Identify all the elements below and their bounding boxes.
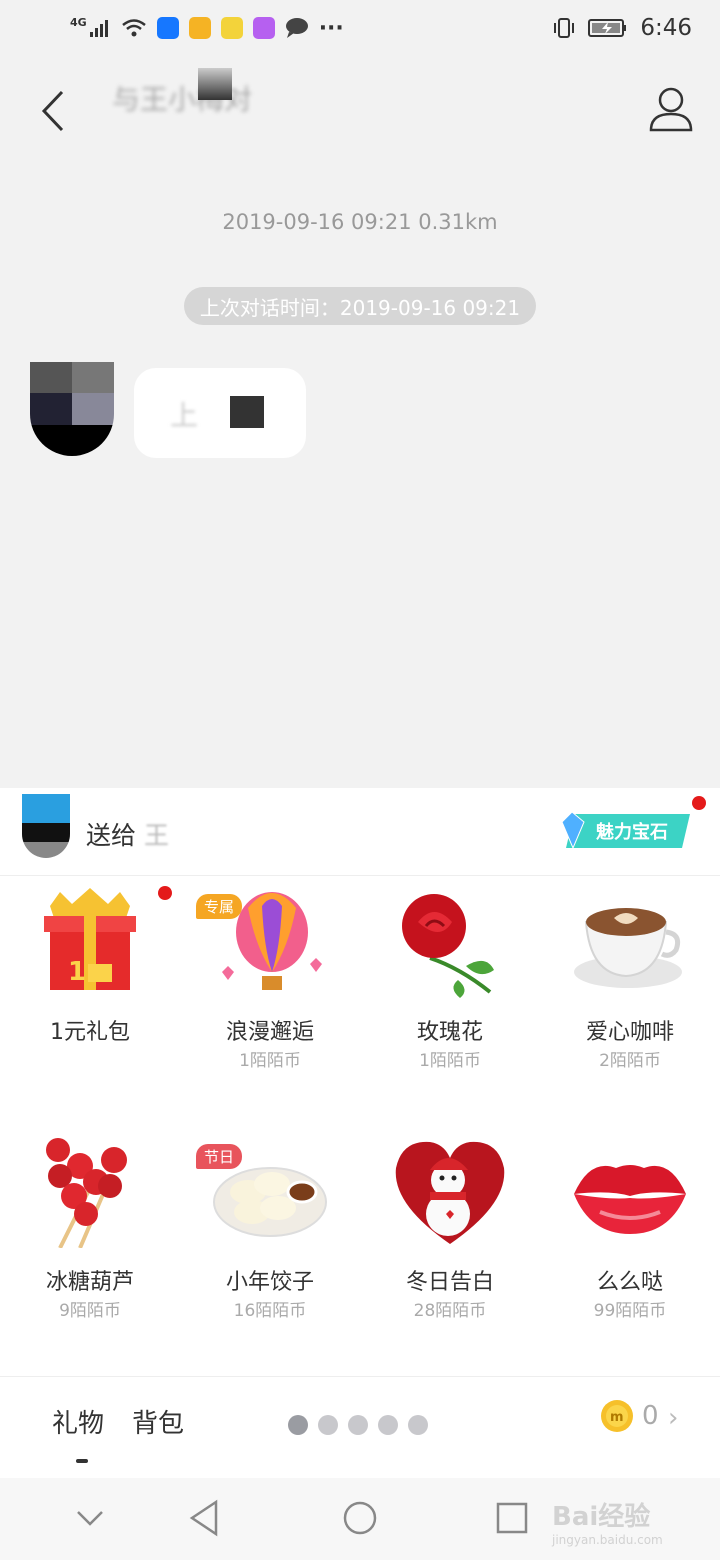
gift-price: 16陌陌币 bbox=[233, 1301, 307, 1321]
status-bar: 4G ··· 6:46 bbox=[0, 0, 720, 56]
recipient-name: 王 bbox=[143, 821, 169, 850]
gift-item-dumplings[interactable]: 节日 小年饺子 16陌陌币 bbox=[180, 1126, 360, 1376]
page-dot[interactable] bbox=[408, 1415, 428, 1435]
momo-app-icon bbox=[252, 17, 275, 39]
tab-gift[interactable]: 礼物 bbox=[52, 1403, 104, 1440]
clock: 6:46 bbox=[640, 15, 692, 41]
gift-box-icon: 1 bbox=[44, 888, 136, 990]
gift-panel: 送给 王 魅力宝石 1 1元礼包 专属 浪漫邂逅 1陌陌币 玫瑰花 1陌陌币 爱… bbox=[0, 788, 720, 1478]
send-to-text: 送给 bbox=[86, 821, 137, 850]
gift-item-winter-confession[interactable]: 冬日告白 28陌陌币 bbox=[360, 1126, 540, 1376]
gift-item-1yuan-pack[interactable]: 1 1元礼包 bbox=[0, 876, 180, 1126]
gift-name: 1元礼包 bbox=[50, 1020, 130, 1045]
nav-recents-icon[interactable] bbox=[492, 1498, 532, 1538]
gift-name: 冰糖葫芦 bbox=[45, 1270, 134, 1295]
coin-icon-letter: m bbox=[610, 1410, 624, 1425]
coin-icon: m bbox=[601, 1400, 633, 1432]
festival-tag: 节日 bbox=[196, 1144, 243, 1169]
gem-notification-dot bbox=[692, 796, 706, 810]
gift-price: 1陌陌币 bbox=[419, 1051, 481, 1071]
rose-icon bbox=[402, 894, 494, 998]
gift-item-candied-haws[interactable]: 冰糖葫芦 9陌陌币 bbox=[0, 1126, 180, 1376]
bird-app-icon bbox=[220, 17, 243, 39]
gift-item-kiss[interactable]: 么么哒 99陌陌币 bbox=[540, 1126, 720, 1376]
candied-haws-icon bbox=[46, 1138, 127, 1248]
signal-icon bbox=[89, 20, 108, 37]
message-bubble[interactable]: 上 bbox=[134, 368, 306, 458]
contact-avatar[interactable] bbox=[30, 362, 114, 456]
tab-backpack[interactable]: 背包 bbox=[132, 1403, 184, 1440]
vibrate-icon bbox=[554, 18, 575, 38]
back-icon[interactable] bbox=[32, 86, 76, 136]
exclusive-tag: 专属 bbox=[196, 894, 243, 919]
gift-price: 28陌陌币 bbox=[413, 1301, 487, 1321]
gift-name: 冬日告白 bbox=[405, 1270, 494, 1295]
page-dot[interactable] bbox=[288, 1415, 308, 1435]
watermark-url: jingyan.baidu.com bbox=[552, 1533, 663, 1547]
page-indicator bbox=[288, 1415, 428, 1435]
svg-text:1: 1 bbox=[68, 957, 86, 987]
nav-back-icon[interactable] bbox=[186, 1498, 226, 1538]
coin-balance[interactable]: 0 bbox=[642, 1401, 659, 1431]
lips-icon bbox=[574, 1165, 686, 1234]
gift-name: 爱心咖啡 bbox=[585, 1020, 674, 1045]
gift-item-rose[interactable]: 玫瑰花 1陌陌币 bbox=[360, 876, 540, 1126]
gift-item-love-coffee[interactable]: 爱心咖啡 2陌陌币 bbox=[540, 876, 720, 1126]
battery-icon bbox=[588, 19, 627, 37]
send-to-label: 送给 王 bbox=[86, 816, 169, 852]
page-dot[interactable] bbox=[348, 1415, 368, 1435]
gift-name: 么么哒 bbox=[596, 1270, 663, 1295]
gift-price: 2陌陌币 bbox=[599, 1051, 661, 1071]
watermark-brand: Bai经验 bbox=[552, 1502, 651, 1532]
chat-meta: 2019-09-16 09:21 0.31km bbox=[222, 210, 498, 234]
page-dot[interactable] bbox=[318, 1415, 338, 1435]
gift-new-dot bbox=[158, 886, 172, 900]
charm-gem-button[interactable]: 魅力宝石 bbox=[558, 808, 692, 854]
message-app-icon bbox=[285, 18, 308, 38]
weibo-app-icon bbox=[188, 17, 211, 39]
message-text: 上 bbox=[170, 399, 199, 432]
gift-panel-footer: 礼物 背包 m 0 › bbox=[0, 1376, 720, 1478]
nav-home-icon[interactable] bbox=[340, 1498, 380, 1538]
message-redaction bbox=[230, 396, 264, 428]
gift-name: 小年饺子 bbox=[225, 1270, 314, 1295]
wifi-icon bbox=[121, 19, 146, 37]
charm-gem-label: 魅力宝石 bbox=[596, 821, 668, 843]
title-redaction bbox=[198, 68, 232, 100]
gift-price: 99陌陌币 bbox=[593, 1301, 667, 1321]
last-conversation-badge: 上次对话时间：2019-09-16 09:21 bbox=[184, 287, 536, 325]
shield-app-icon bbox=[156, 17, 179, 39]
recipient-avatar bbox=[22, 794, 70, 858]
gift-item-romantic-encounter[interactable]: 专属 浪漫邂逅 1陌陌币 bbox=[180, 876, 360, 1126]
gift-price: 1陌陌币 bbox=[239, 1051, 301, 1071]
baidu-watermark: Bai经验 jingyan.baidu.com bbox=[552, 1496, 663, 1547]
more-notifications-icon: ··· bbox=[318, 15, 344, 41]
tab-indicator bbox=[76, 1459, 88, 1463]
chevron-down-icon[interactable] bbox=[70, 1498, 110, 1538]
page-dot[interactable] bbox=[378, 1415, 398, 1435]
gift-price: 9陌陌币 bbox=[59, 1301, 121, 1321]
gift-name: 浪漫邂逅 bbox=[225, 1020, 314, 1045]
profile-icon[interactable] bbox=[648, 86, 694, 132]
snowman-heart-icon bbox=[395, 1141, 505, 1244]
chevron-right-icon[interactable]: › bbox=[668, 1403, 678, 1433]
coffee-cup-icon bbox=[574, 908, 682, 988]
gift-name: 玫瑰花 bbox=[416, 1020, 483, 1045]
chat-header: 与王小梅对 bbox=[0, 56, 720, 166]
network-type: 4G bbox=[70, 15, 87, 29]
gift-panel-header: 送给 王 魅力宝石 bbox=[0, 788, 720, 876]
